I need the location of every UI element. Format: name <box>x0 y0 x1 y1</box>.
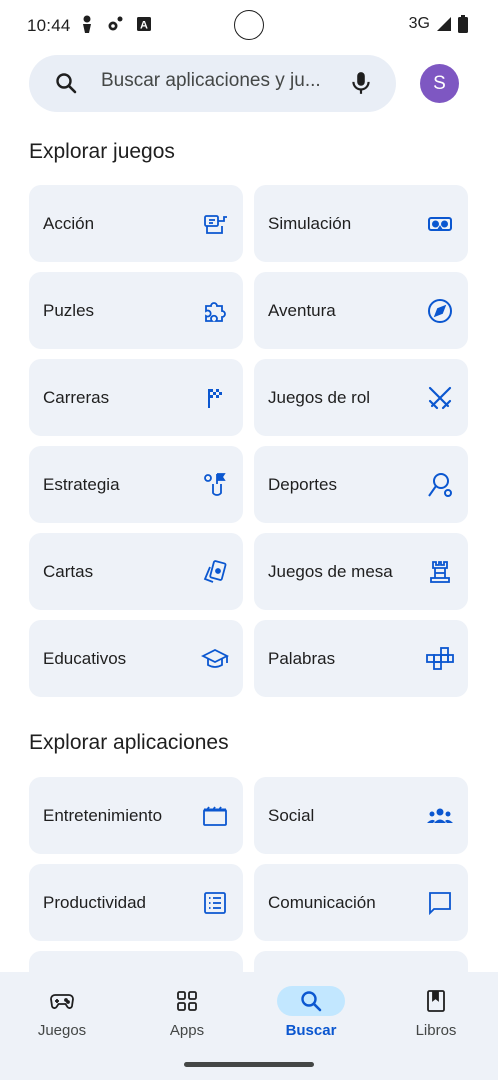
category-tile-juegos-de-rol[interactable]: Juegos de rol <box>254 359 468 436</box>
category-label: Deportes <box>268 475 337 494</box>
category-tile-educativos[interactable]: Educativos <box>29 620 243 697</box>
search-icon <box>56 73 77 94</box>
category-label: Juegos de rol <box>268 388 371 407</box>
home-indicator[interactable] <box>184 1062 314 1067</box>
checkered-flag-icon <box>201 384 229 412</box>
category-tile-entretenimiento[interactable]: Entretenimiento <box>29 777 243 854</box>
category-tile-comunicacion[interactable]: Comunicación <box>254 864 468 941</box>
word-blocks-icon <box>426 645 454 673</box>
chat-bubble-icon <box>426 889 454 917</box>
category-tile-juegos-de-mesa[interactable]: Juegos de mesa <box>254 533 468 610</box>
category-tile-accion[interactable]: Acción <box>29 185 243 262</box>
network-type: 3G <box>408 15 430 32</box>
category-tile-estrategia[interactable]: Estrategia <box>29 446 243 523</box>
category-label: Cartas <box>43 562 94 581</box>
category-label: Puzles <box>43 301 95 320</box>
compass-icon <box>426 297 454 325</box>
battery-icon <box>458 15 468 33</box>
status-time: 10:44 <box>27 16 71 35</box>
category-label: Social <box>268 806 315 825</box>
category-label: Simulación <box>268 214 352 233</box>
category-label: Estrategia <box>43 475 120 494</box>
category-label: Aventura <box>268 301 336 320</box>
category-tile-deportes[interactable]: Deportes <box>254 446 468 523</box>
nav-item-juegos[interactable]: Juegos <box>12 986 112 1039</box>
checklist-icon <box>201 889 229 917</box>
nav-item-libros[interactable]: Libros <box>386 986 486 1039</box>
puzzle-icon <box>201 297 229 325</box>
games-category-grid: Acción Simulación Puzles Aventura Carrer… <box>29 185 469 697</box>
nav-item-apps[interactable]: Apps <box>137 986 237 1039</box>
racket-icon <box>426 471 454 499</box>
category-label: Entretenimiento <box>43 806 163 825</box>
mic-icon[interactable] <box>348 70 374 96</box>
nav-label: Buscar <box>285 1022 337 1039</box>
status-bar: 10:44 A 3G <box>0 0 498 50</box>
vr-headset-icon <box>426 210 454 238</box>
status-notification-icons: A <box>80 15 152 33</box>
category-tile-puzles[interactable]: Puzles <box>29 272 243 349</box>
category-label: Comunicación <box>268 893 376 912</box>
avatar[interactable]: S <box>420 64 459 103</box>
strategy-flag-icon <box>201 471 229 499</box>
nav-item-buscar[interactable]: Buscar <box>261 986 361 1039</box>
clapperboard-icon <box>201 802 229 830</box>
graduation-cap-icon <box>200 645 230 673</box>
games-section-title: Explorar juegos <box>29 140 175 163</box>
category-tile-palabras[interactable]: Palabras <box>254 620 468 697</box>
person-icon <box>83 15 91 33</box>
nav-label: Libros <box>415 1022 457 1039</box>
cards-icon <box>201 558 229 586</box>
category-tile-productividad[interactable]: Productividad <box>29 864 243 941</box>
apps-grid-icon <box>153 986 221 1016</box>
apps-section-title: Explorar aplicaciones <box>29 731 229 754</box>
category-label: Carreras <box>43 388 110 407</box>
gamepad-icon <box>28 986 96 1016</box>
book-icon <box>402 986 470 1016</box>
nav-label: Apps <box>169 1022 205 1039</box>
search-bar[interactable]: Buscar aplicaciones y ju... <box>29 55 396 112</box>
category-tile-social[interactable]: Social <box>254 777 468 854</box>
category-label: Palabras <box>268 649 336 668</box>
category-tile-aventura[interactable]: Aventura <box>254 272 468 349</box>
category-label: Acción <box>43 214 95 233</box>
status-system-icons: 3G <box>409 15 468 33</box>
chess-rook-icon <box>426 558 454 586</box>
crossed-swords-icon <box>426 384 454 412</box>
category-tile-cartas[interactable]: Cartas <box>29 533 243 610</box>
search-icon <box>277 986 345 1016</box>
translate-icon: A <box>137 17 151 32</box>
category-tile-carreras[interactable]: Carreras <box>29 359 243 436</box>
category-label: Productividad <box>43 893 147 912</box>
camera-cutout <box>234 10 264 40</box>
group-icon <box>426 802 454 830</box>
category-label: Juegos de mesa <box>268 562 393 581</box>
search-input[interactable]: Buscar aplicaciones y ju... <box>101 70 336 92</box>
signal-icon <box>437 17 451 31</box>
arcade-icon <box>201 210 229 238</box>
category-tile-simulacion[interactable]: Simulación <box>254 185 468 262</box>
nav-label: Juegos <box>37 1022 87 1039</box>
settings-icon <box>108 16 123 31</box>
svg-text:A: A <box>140 20 148 32</box>
category-label: Educativos <box>43 649 127 668</box>
